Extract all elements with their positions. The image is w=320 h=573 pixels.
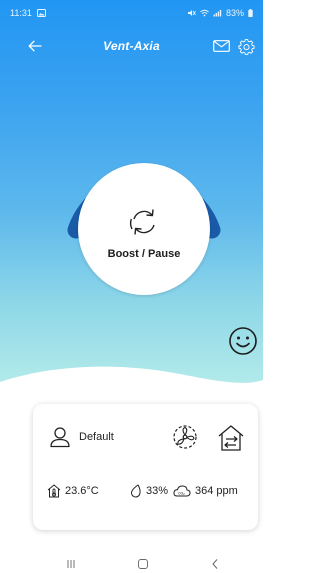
user-icon	[50, 427, 70, 448]
chevron-left-icon	[212, 559, 218, 569]
messages-button[interactable]	[212, 37, 230, 55]
system-back-button[interactable]	[208, 557, 222, 571]
home-button[interactable]	[136, 557, 150, 571]
humidity-stat: 33%	[129, 484, 168, 498]
house-airflow-icon[interactable]	[217, 424, 245, 452]
battery-percent: 83%	[225, 8, 244, 18]
battery-icon	[248, 9, 253, 17]
fan-icon[interactable]	[172, 424, 198, 450]
status-time: 11:31	[10, 8, 32, 18]
smiley-icon[interactable]	[228, 326, 258, 356]
status-bar: 11:31 83%	[0, 0, 263, 26]
recent-apps-icon	[67, 560, 75, 568]
boost-pause-label: Boost / Pause	[107, 248, 181, 260]
boost-pause-button[interactable]: Boost / Pause	[78, 163, 210, 295]
co2-value: 364 ppm	[195, 485, 238, 497]
temperature-stat: 23.6°C	[47, 484, 99, 498]
temperature-value: 23.6°C	[65, 485, 99, 497]
cycle-arrows-icon	[129, 209, 155, 235]
co2-cloud-icon: co₂	[173, 485, 191, 497]
wifi-icon	[200, 9, 209, 17]
image-notification-icon	[36, 9, 46, 17]
co2-stat: co₂ 364 ppm	[173, 484, 238, 498]
system-nav-bar	[0, 552, 263, 573]
settings-button[interactable]	[236, 36, 256, 56]
mute-icon	[187, 10, 196, 16]
house-thermometer-icon	[47, 484, 61, 498]
wave-divider	[0, 366, 263, 392]
droplet-icon	[130, 484, 141, 498]
humidity-value: 33%	[146, 485, 169, 497]
mail-icon	[212, 40, 230, 52]
mode-label: Default	[79, 431, 114, 443]
sensor-stats-row: 23.6°C 33% co₂ 364 ppm	[33, 484, 258, 504]
home-square-icon	[138, 559, 148, 569]
recent-apps-button[interactable]	[64, 557, 78, 571]
svg-text:co₂: co₂	[178, 490, 185, 495]
mode-row: Default	[33, 424, 258, 454]
status-card: Default 23.6°C 33% co₂ 364 ppm	[33, 404, 258, 530]
signal-icon	[213, 10, 222, 17]
app-bar: Vent-Axia	[0, 34, 263, 58]
gear-icon	[237, 38, 255, 55]
